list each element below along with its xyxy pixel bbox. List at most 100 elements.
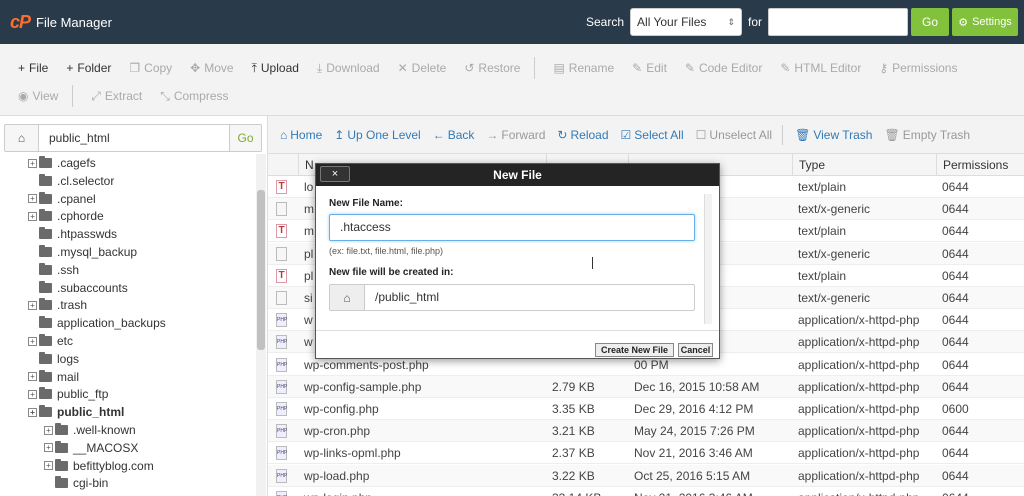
nav-forward-button[interactable]: → Forward <box>486 128 545 142</box>
toolbar-extract-button[interactable]: ⤢ Extract <box>91 89 142 104</box>
tree-item[interactable]: + .cagefs <box>28 154 96 172</box>
file-name-input[interactable]: .htaccess <box>329 214 695 241</box>
top-bar: cP File Manager Search All Your Files ⇕ … <box>0 0 1024 44</box>
tree-item[interactable]: .htpasswds <box>28 225 117 243</box>
column-header[interactable]: Permissions <box>936 154 1008 176</box>
toolbar-download-button[interactable]: ⤓ Download <box>317 61 380 76</box>
nav-back-button[interactable]: ← Back <box>433 128 475 142</box>
path-go-button[interactable]: Go <box>229 125 261 151</box>
tree-item[interactable]: + .well-known <box>44 421 136 439</box>
expand-icon[interactable]: + <box>28 407 37 417</box>
search-go-button[interactable]: Go <box>911 8 950 36</box>
toolbar-button-label: Rename <box>568 61 615 75</box>
nav-view-trash-button[interactable]: 🗑 View Trash <box>795 128 872 142</box>
toolbar-restore-button[interactable]: ↺ Restore <box>464 61 520 75</box>
toolbar-file-button[interactable]: + File <box>18 61 48 75</box>
select-all-icon: ☑ <box>620 127 632 142</box>
forward-icon: → <box>486 127 499 142</box>
tree-item[interactable]: + etc <box>28 332 73 350</box>
tree-item[interactable]: + .cpanel <box>28 190 96 208</box>
tree-item[interactable]: .mysql_backup <box>28 243 137 261</box>
expand-icon[interactable]: + <box>44 443 53 453</box>
cell-modified: May 24, 2015 7:26 PM <box>634 424 755 439</box>
table-row[interactable]: PHP wp-cron.php 3.21 KB May 24, 2015 7:26 P… <box>268 420 1024 443</box>
toolbar-row-2: ◉ View ⤢ Extract ⤡ Compress <box>0 82 229 110</box>
nav-select-all-button[interactable]: ☑ Select All <box>621 128 684 142</box>
table-row[interactable]: PHP wp-links-opml.php 2.37 KB Nov 21, 2016 … <box>268 442 1024 465</box>
search-input[interactable] <box>768 8 909 36</box>
tree-item[interactable]: .cl.selector <box>28 172 114 190</box>
dialog-scrollbar[interactable] <box>704 194 712 324</box>
destination-path-field[interactable]: ⌂ /public_html <box>329 284 695 311</box>
create-new-file-button[interactable]: Create New File <box>595 343 674 357</box>
expand-icon[interactable]: + <box>28 194 37 204</box>
nav-up-one-level-button[interactable]: ↥ Up One Level <box>334 128 420 142</box>
expand-icon[interactable]: + <box>28 372 37 382</box>
toolbar-upload-button[interactable]: ⤒ Upload <box>252 61 299 76</box>
close-icon[interactable]: × <box>320 166 350 182</box>
home-icon: ⌂ <box>280 127 288 142</box>
settings-button[interactable]: ⚙ Settings <box>952 8 1018 36</box>
toolbar: + File + Folder ❐ Copy ✥ Move ⤒ Upload ⤓ Download ✕ D… <box>0 44 1024 116</box>
cancel-button[interactable]: Cancel <box>678 343 713 357</box>
cell-perm: 0644 <box>936 487 1024 496</box>
expand-icon[interactable]: + <box>28 211 37 221</box>
tree-item[interactable]: cgi-bin <box>44 474 108 492</box>
html-editor-icon: ✎ <box>780 61 791 75</box>
tree-item-label: .mysql_backup <box>57 245 138 259</box>
column-header[interactable]: N <box>298 154 314 176</box>
tree-item[interactable]: + .trash <box>28 296 87 314</box>
sidebar-scrollbar[interactable] <box>256 154 266 496</box>
tree-item[interactable]: + mail <box>28 368 79 386</box>
folder-icon <box>39 173 52 186</box>
tree-item[interactable]: logs <box>28 350 79 368</box>
tree-item-label: .subaccounts <box>57 280 128 295</box>
cell-modified: Dec 29, 2016 4:12 PM <box>634 402 754 416</box>
expand-icon[interactable]: + <box>44 425 53 435</box>
nav-reload-button[interactable]: ↻ Reload <box>557 128 608 142</box>
toolbar-html-editor-button[interactable]: ✎ HTML Editor <box>780 61 861 75</box>
toolbar-code-editor-button[interactable]: ✎ Code Editor <box>685 61 762 75</box>
table-row[interactable]: PHP wp-config-sample.php 2.79 KB Dec 16, 20… <box>268 375 1024 398</box>
table-row[interactable]: PHP wp-load.php 3.22 KB Oct 25, 2016 5:15 A… <box>268 464 1024 487</box>
table-row[interactable]: PHP wp-config.php 3.35 KB Dec 29, 2016 4:12… <box>268 398 1024 420</box>
home-icon[interactable]: ⌂ <box>5 125 39 151</box>
table-row[interactable]: PHP wp-login.php 33.14 KBNov 21, 2016 3:46… <box>268 487 1024 496</box>
path-input[interactable]: public_html <box>39 125 229 151</box>
nav-button-label: Unselect All <box>709 127 773 142</box>
tree-item[interactable]: + public_html <box>28 403 124 421</box>
expand-icon[interactable]: + <box>28 389 37 399</box>
tree-item[interactable]: .ssh <box>28 261 79 279</box>
nav-empty-trash-button[interactable]: 🗑 Empty Trash <box>884 128 970 142</box>
toolbar-view-button[interactable]: ◉ View <box>18 89 58 103</box>
tree-item[interactable]: application_backups <box>28 314 166 332</box>
toolbar-move-button[interactable]: ✥ Move <box>190 61 233 75</box>
column-header[interactable]: Type <box>792 154 825 176</box>
home-icon: ⌂ <box>330 285 365 310</box>
toolbar-folder-button[interactable]: + Folder <box>66 61 111 75</box>
expand-icon[interactable]: + <box>44 461 53 471</box>
expand-icon[interactable]: + <box>28 300 37 310</box>
expand-icon[interactable]: + <box>28 336 37 346</box>
app-logo[interactable]: cP File Manager <box>10 12 112 33</box>
scrollbar-thumb[interactable] <box>257 190 265 350</box>
toolbar-rename-button[interactable]: ▤ Rename <box>553 61 614 75</box>
tree-item[interactable]: + __MACOSX <box>44 439 138 457</box>
cell-type: application/x-httpd-php <box>798 446 920 461</box>
toolbar-edit-button[interactable]: ✎ Edit <box>632 61 667 75</box>
tree-item[interactable]: + public_ftp <box>28 385 108 403</box>
toolbar-separator <box>534 57 536 79</box>
nav-home-button[interactable]: ⌂ Home <box>280 128 322 142</box>
toolbar-compress-button[interactable]: ⤡ Compress <box>160 89 228 104</box>
toolbar-copy-button[interactable]: ❐ Copy <box>129 61 172 75</box>
tree-item[interactable]: + befittyblog.com <box>44 457 154 475</box>
toolbar-permissions-button[interactable]: ⚷ Permissions <box>879 61 957 75</box>
nav-unselect-all-button[interactable]: ☐ Unselect All <box>696 128 772 142</box>
tree-item[interactable]: + .cphorde <box>28 207 104 225</box>
search-scope-select[interactable]: All Your Files ⇕ <box>630 8 743 36</box>
tree-item-label: befittyblog.com <box>73 458 154 473</box>
toolbar-delete-button[interactable]: ✕ Delete <box>398 61 447 75</box>
cell-size: 2.37 KB <box>552 446 595 461</box>
tree-item[interactable]: .subaccounts <box>28 279 128 297</box>
expand-icon[interactable]: + <box>28 158 37 168</box>
